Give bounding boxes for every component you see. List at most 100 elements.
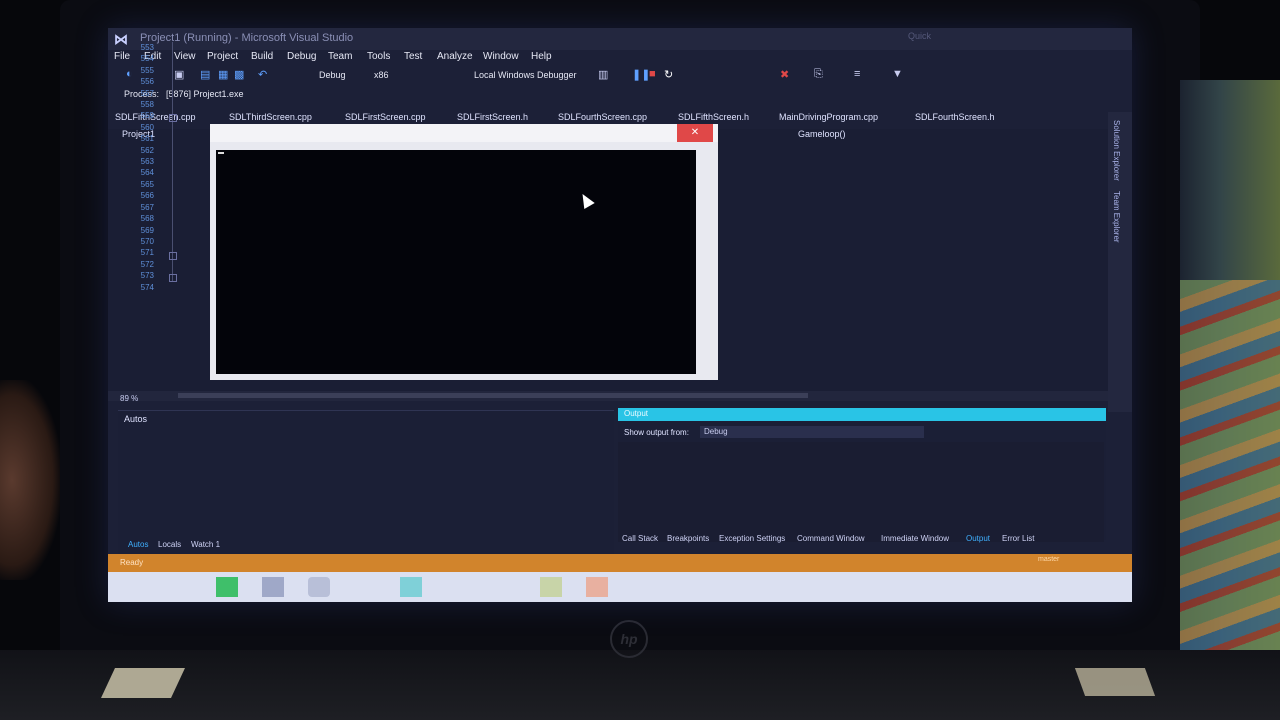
tab-sdlfourthscreen-h[interactable]: SDLFourthScreen.h [915,112,995,122]
scrollbar-thumb[interactable] [178,393,808,398]
menu-bar: File Edit View Project Build Debug Team … [108,50,1132,66]
align-icon[interactable]: ≡ [854,68,860,80]
status-bar [108,554,1132,572]
bookmark-icon[interactable]: ▼ [892,68,903,80]
console-title-bar[interactable] [210,124,718,142]
new-project-icon[interactable]: ▣ [174,68,184,81]
line-number: 555 [140,65,154,75]
collapse-icon[interactable] [169,114,177,122]
line-number: 559 [140,111,154,121]
config-select[interactable]: Debug [319,70,346,80]
taskbar-app-icon[interactable] [540,577,562,597]
tab-output[interactable]: Output [966,534,990,543]
solution-explorer-tab[interactable]: Solution Explorer [1112,120,1121,181]
console-output[interactable] [216,150,696,374]
toolbar: ◐ ▣ ▤ ▦ ▩ ↶ Debug x86 Local Windows Debu… [108,66,1132,86]
step-icon[interactable]: ⎘ [814,68,823,81]
tab-sdlfirstscreen-cpp[interactable]: SDLFirstScreen.cpp [345,112,426,122]
taskbar-app-icon[interactable] [216,577,238,597]
process-select[interactable]: [5876] Project1.exe [166,89,244,99]
line-number: 572 [140,259,154,269]
output-title-bar [618,408,1106,421]
text-cursor [218,152,224,154]
screen: ⋈ Project1 (Running) - Microsoft Visual … [108,28,1132,602]
output-title: Output [624,409,649,418]
breakpoint-icon[interactable]: ✖ [780,68,789,81]
tab-exception-settings[interactable]: Exception Settings [719,534,785,543]
pause-icon[interactable]: ❚❚ [632,68,650,81]
tab-immediate-window[interactable]: Immediate Window [881,534,949,543]
output-source-select[interactable]: Debug [700,426,924,438]
line-number: 564 [140,168,154,178]
open-icon[interactable]: ▤ [200,68,210,81]
tab-sdlfourthscreen-cpp[interactable]: SDLFourthScreen.cpp [558,112,647,122]
taskbar-app-icon[interactable] [400,577,422,597]
git-branch[interactable]: master [1038,556,1059,563]
menu-analyze[interactable]: Analyze [437,51,473,62]
line-number: 574 [140,282,154,292]
menu-test[interactable]: Test [404,51,422,62]
line-number: 571 [140,248,154,258]
tab-maindrivingprogram-cpp[interactable]: MainDrivingProgram.cpp [779,112,878,122]
tab-sdlfifthscreen-h[interactable]: SDLFifthScreen.h [678,112,749,122]
taskbar-app-icon[interactable] [586,577,608,597]
line-number: 553 [140,43,154,52]
line-number: 569 [140,225,154,235]
menu-help[interactable]: Help [531,51,552,62]
line-number: 554 [140,54,154,64]
team-explorer-tab[interactable]: Team Explorer [1112,191,1121,243]
tab-watch-1[interactable]: Watch 1 [191,540,220,549]
stop-icon[interactable]: ■ [649,68,656,80]
collapse-icon[interactable] [169,274,177,282]
tab-sdlfirstscreen-h[interactable]: SDLFirstScreen.h [457,112,528,122]
menu-team[interactable]: Team [328,51,352,62]
save-all-icon[interactable]: ▩ [234,68,244,81]
tab-call-stack[interactable]: Call Stack [622,534,658,543]
collapse-icon[interactable] [169,252,177,260]
menu-window[interactable]: Window [483,51,519,62]
undo-icon[interactable]: ↶ [258,68,267,81]
tab-breakpoints[interactable]: Breakpoints [667,534,709,543]
hinge-right [1074,668,1156,696]
menu-debug[interactable]: Debug [287,51,316,62]
restart-icon[interactable]: ↻ [664,68,673,81]
line-number: 566 [140,191,154,201]
hp-logo-icon: hp [610,620,648,658]
console-close-button[interactable]: ✕ [677,124,713,142]
tab-sdlthirdscreen-cpp[interactable]: SDLThirdScreen.cpp [229,112,312,122]
line-number: 558 [140,100,154,110]
side-panel-tabs: Solution Explorer Team Explorer [1112,120,1121,243]
hinge-left [101,668,185,698]
line-number: 573 [140,271,154,281]
line-number: 556 [140,77,154,87]
outline-guide [172,42,173,282]
line-number: 562 [140,145,154,155]
menu-view[interactable]: View [174,51,196,62]
quick-launch-input[interactable]: Quick [908,31,1078,46]
line-number: 560 [140,122,154,132]
tab-error-list[interactable]: Error List [1002,534,1034,543]
autos-panel [118,410,614,559]
menu-tools[interactable]: Tools [367,51,390,62]
tab-autos[interactable]: Autos [128,540,148,549]
menu-build[interactable]: Build [251,51,273,62]
show-output-from-label: Show output from: [624,428,689,437]
taskbar-app-icon[interactable] [262,577,284,597]
line-number: 557 [140,88,154,98]
line-numbers: 553 554 555 556 557 558 559 560 561 562 … [128,42,154,293]
debugger-button[interactable]: Local Windows Debugger [474,70,577,80]
platform-select[interactable]: x86 [374,70,389,80]
zoom-level[interactable]: 89 % [120,394,138,403]
tab-command-window[interactable]: Command Window [797,534,865,543]
line-number: 565 [140,179,154,189]
save-icon[interactable]: ▦ [218,68,228,81]
tab-locals[interactable]: Locals [158,540,181,549]
flame-icon[interactable]: ▥ [598,68,608,81]
menu-project[interactable]: Project [207,51,238,62]
line-number: 561 [140,134,154,144]
output-text-area[interactable] [618,442,1104,542]
process-bar: Process: [5876] Project1.exe [108,86,1132,102]
function-dropdown[interactable]: Gameloop() [798,129,846,139]
autos-panel-title: Autos [124,414,148,424]
taskbar-app-icon[interactable] [308,577,330,597]
